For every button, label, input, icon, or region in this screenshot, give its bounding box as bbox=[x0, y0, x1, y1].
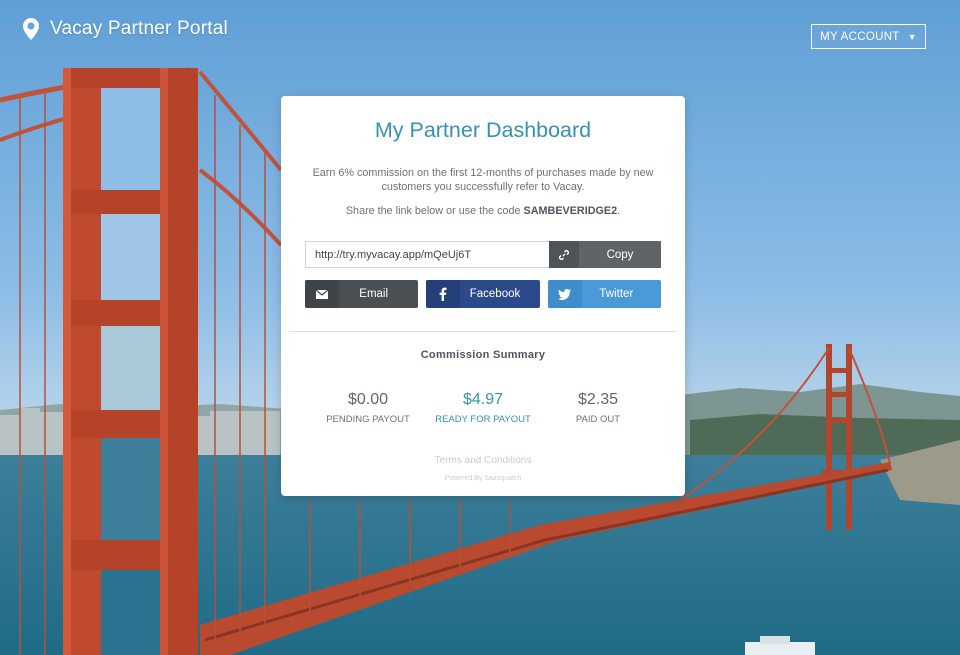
share-email-button[interactable]: Email bbox=[305, 280, 419, 308]
envelope-icon bbox=[305, 280, 339, 308]
page-title: My Partner Dashboard bbox=[374, 118, 592, 142]
share-instructions-suffix: . bbox=[617, 205, 621, 217]
map-pin-icon bbox=[22, 17, 40, 41]
my-account-label: MY ACCOUNT bbox=[820, 30, 900, 43]
brand-name: Vacay Partner Portal bbox=[50, 18, 228, 39]
ready-for-payout-amount: $4.97 bbox=[462, 391, 504, 408]
email-label: Email bbox=[359, 288, 389, 300]
partner-dashboard-card: My Partner Dashboard Earn 6% commission … bbox=[281, 96, 685, 496]
referral-code: SAMBEVERIDGE2 bbox=[523, 205, 618, 217]
powered-by-text: Powered By Saasquatch bbox=[444, 475, 522, 482]
paid-out-amount: $2.35 bbox=[577, 391, 619, 408]
my-account-button[interactable]: MY ACCOUNT ▼ bbox=[811, 24, 926, 49]
share-instructions-text: Share the link below or use the code bbox=[345, 205, 524, 217]
twitter-bird-icon bbox=[547, 280, 582, 308]
link-icon bbox=[549, 241, 579, 268]
section-divider bbox=[289, 331, 677, 332]
stat-pending-payout: $0.00 PENDING PAYOUT bbox=[313, 391, 423, 425]
commission-summary-heading: Commission Summary bbox=[420, 349, 546, 361]
terms-and-conditions-link[interactable]: Terms and Conditions bbox=[281, 455, 685, 466]
brand-logo[interactable]: Vacay Partner Portal bbox=[22, 17, 228, 41]
facebook-label: Facebook bbox=[469, 288, 521, 300]
ready-for-payout-caption: READY FOR PAYOUT bbox=[435, 414, 531, 425]
referral-link-row: Copy bbox=[305, 241, 661, 268]
share-facebook-button[interactable]: Facebook bbox=[426, 280, 540, 308]
caret-down-icon: ▼ bbox=[907, 31, 917, 42]
paid-out-caption: PAID OUT bbox=[575, 414, 621, 425]
commission-stats: $0.00 PENDING PAYOUT $4.97 READY FOR PAY… bbox=[313, 391, 653, 425]
share-buttons-row: Email Facebook Twitter bbox=[305, 280, 661, 308]
share-twitter-button[interactable]: Twitter bbox=[547, 280, 661, 308]
pending-payout-amount: $0.00 bbox=[347, 391, 389, 408]
stat-paid-out: $2.35 PAID OUT bbox=[543, 391, 653, 425]
copy-label: Copy bbox=[606, 248, 634, 261]
twitter-label: Twitter bbox=[599, 288, 634, 300]
stat-ready-for-payout: $4.97 READY FOR PAYOUT bbox=[428, 391, 538, 425]
pending-payout-caption: PENDING PAYOUT bbox=[326, 414, 410, 425]
facebook-icon bbox=[426, 280, 461, 308]
commission-description: Earn 6% commission on the first 12-month… bbox=[312, 167, 654, 193]
copy-link-button[interactable]: Copy bbox=[549, 241, 661, 268]
referral-link-input[interactable] bbox=[305, 241, 549, 268]
share-instructions: Share the link below or use the code SAM… bbox=[281, 205, 685, 217]
